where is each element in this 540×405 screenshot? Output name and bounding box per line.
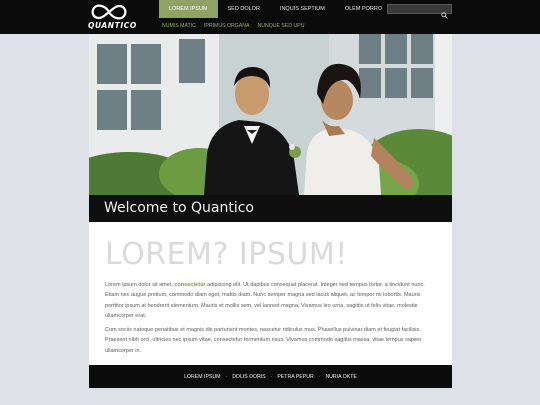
search-box	[387, 4, 452, 19]
welcome-title: Welcome to Quantico	[104, 200, 254, 216]
nav-item-inquis-septium[interactable]: INQUIS SEPTIUM	[270, 0, 335, 18]
nav-item-sed-dolor[interactable]: SED DOLOR	[218, 0, 270, 18]
subnav-item-nunque-sed-upu[interactable]: NUNQUE SED UPU	[254, 19, 309, 33]
welcome-banner: Welcome to Quantico	[89, 195, 452, 222]
paragraph-1: Lorem ipsum dolor sit amet, consectetur …	[105, 280, 439, 321]
footer-separator: ·	[270, 373, 273, 380]
paragraph-1-start: Lorem ipsum dolor sit amet,	[105, 282, 175, 288]
logo-text[interactable]: QUANTICO	[88, 21, 137, 30]
footer-link-petra-pepur[interactable]: PETRA PEPUR	[277, 374, 313, 380]
subnav-item-numis-matic[interactable]: NUMIS MATIC	[159, 19, 201, 33]
footer-links: LOREM IPSUM · DOLIS DORIS · PETRA PEPUR …	[89, 365, 452, 388]
top-bar: QUANTICO LOREM IPSUM SED DOLOR INQUIS SE…	[0, 0, 540, 34]
highlight-link[interactable]: consectetur	[174, 282, 205, 288]
paragraph-2: Cum sociis natoque penatibus et magnis d…	[105, 327, 422, 354]
footer-link-lorem-ipsum[interactable]: LOREM IPSUM	[184, 374, 220, 380]
footer-link-nuria-okte[interactable]: NURIA OKTE	[325, 374, 356, 380]
content-area: LOREM? IPSUM! Lorem ipsum dolor sit amet…	[89, 222, 452, 365]
sub-nav: NUMIS MATIC IPRIMUS ORGANA NUNQUE SED UP…	[159, 19, 309, 33]
nav-item-lorem-ipsum[interactable]: LOREM IPSUM	[159, 0, 218, 18]
footer-separator: ·	[225, 373, 228, 380]
page-heading: LOREM? IPSUM!	[105, 237, 348, 272]
subnav-item-iprimus-organa[interactable]: IPRIMUS ORGANA	[201, 19, 255, 33]
search-input[interactable]	[390, 5, 438, 13]
footer-link-dolis-doris[interactable]: DOLIS DORIS	[232, 374, 265, 380]
footer-separator: ·	[318, 373, 321, 380]
hero-image	[89, 34, 452, 195]
search-icon[interactable]	[441, 6, 448, 19]
nav-item-olem-porro[interactable]: OLEM PORRO	[335, 0, 392, 18]
footer: LOREM IPSUM · DOLIS DORIS · PETRA PEPUR …	[89, 365, 452, 388]
